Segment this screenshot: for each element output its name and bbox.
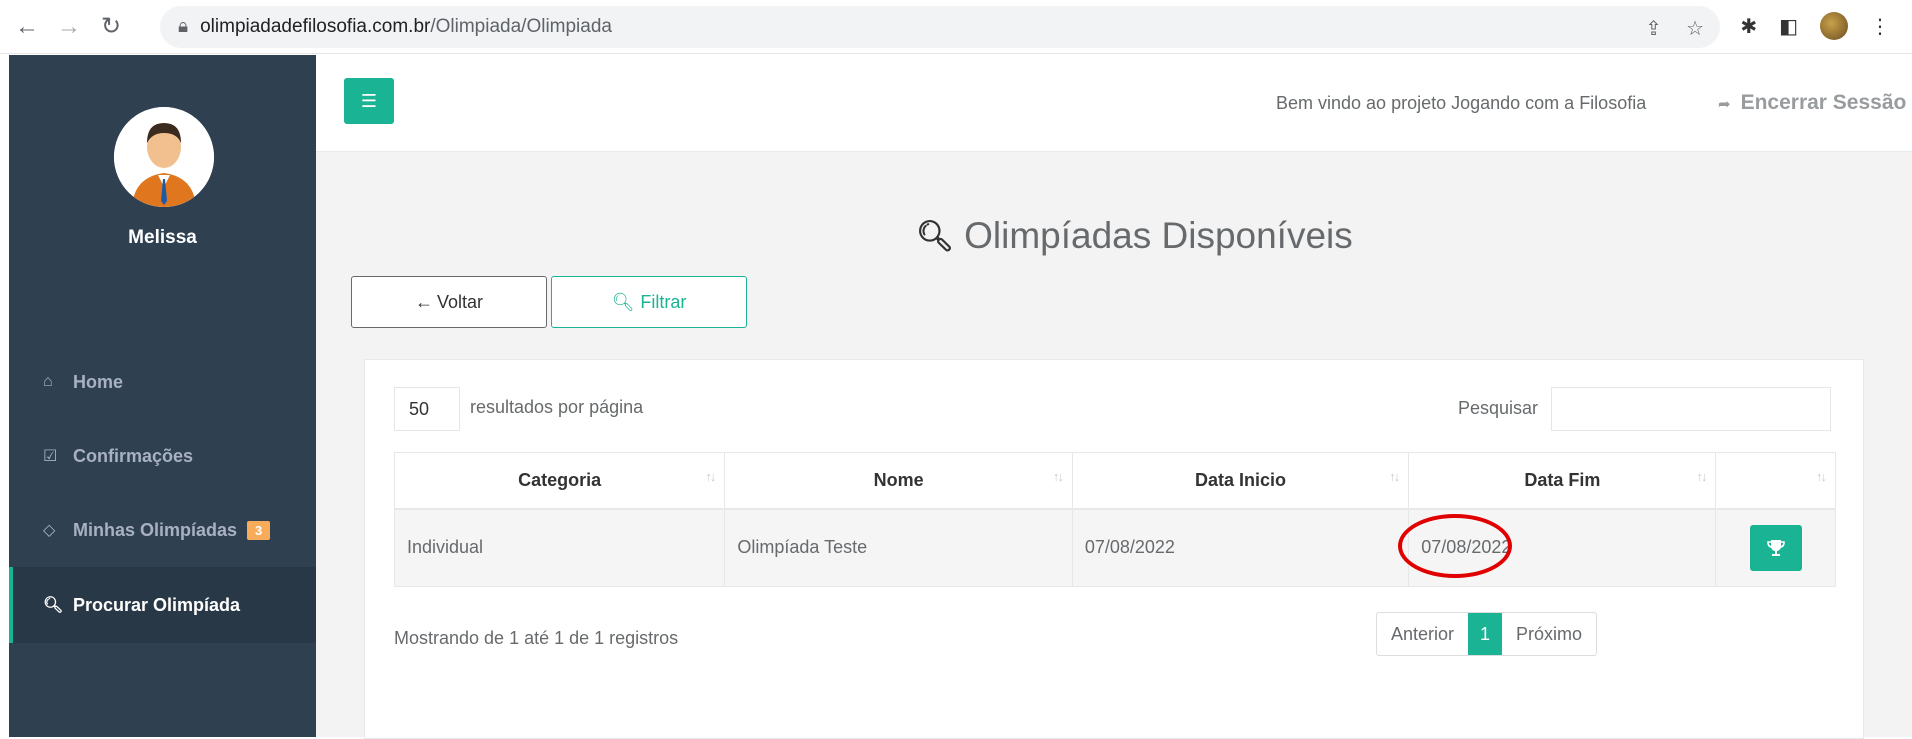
cell-action xyxy=(1715,508,1836,587)
menu-toggle-button[interactable]: ☰ xyxy=(344,78,394,124)
search-icon: 🔍︎ xyxy=(43,597,64,614)
sidebar-menu: ⌂ Home ☑ Confirmações ◇ Minhas Olimpíada… xyxy=(9,345,316,643)
table-row: Individual Olimpíada Teste 07/08/2022 07… xyxy=(393,508,1836,587)
url-host: olimpiadadefilosofia.com.br xyxy=(200,16,431,37)
sidebar-item-confirmacoes[interactable]: ☑ Confirmações xyxy=(9,419,316,493)
sidebar-item-minhas-olimpiadas[interactable]: ◇ Minhas Olimpíadas 3 xyxy=(9,493,316,567)
count-badge: 3 xyxy=(247,520,271,540)
browser-menu-icon[interactable]: ⋮ xyxy=(1870,14,1890,39)
filter-label: Filtrar xyxy=(640,291,687,312)
column-header-categoria[interactable]: Categoria ↑↓ xyxy=(393,452,726,510)
pagination-next[interactable]: Próximo xyxy=(1502,613,1596,655)
extensions-puzzle-icon[interactable]: ✱ xyxy=(1740,14,1757,39)
top-navbar: ☰ Bem vindo ao projeto Jogando com a Fil… xyxy=(316,55,1912,152)
filter-button[interactable]: 🔍︎ Filtrar xyxy=(551,276,747,328)
page-title-text: Olimpíadas Disponíveis xyxy=(964,215,1353,256)
sort-icon: ↑↓ xyxy=(705,469,716,484)
cell-nome: Olimpíada Teste xyxy=(724,508,1073,587)
search-icon: 🔍︎ xyxy=(611,291,635,312)
sort-icon: ↑↓ xyxy=(1816,469,1827,484)
side-panel-icon[interactable]: ◧ xyxy=(1779,14,1798,39)
back-button[interactable]: ← Voltar xyxy=(351,276,547,328)
reload-icon[interactable]: ↻ xyxy=(96,12,126,42)
cell-categoria: Individual xyxy=(393,508,726,587)
back-arrow-icon[interactable]: ← xyxy=(12,12,42,42)
arrow-left-icon: ← xyxy=(414,291,433,312)
home-icon: ⌂ xyxy=(43,373,53,390)
sign-out-icon: ➦ xyxy=(1718,96,1731,113)
cell-data-fim: 07/08/2022 xyxy=(1408,508,1717,587)
main-content: 🔍︎ Olimpíadas Disponíveis ← Voltar 🔍︎ Fi… xyxy=(316,152,1912,739)
sidebar-item-label: Confirmações xyxy=(73,445,194,466)
sort-icon: ↑↓ xyxy=(1389,469,1400,484)
table-info: Mostrando de 1 até 1 de 1 registros xyxy=(394,628,679,648)
logout-label: Encerrar Sessão xyxy=(1740,91,1907,114)
page-title: 🔍︎ Olimpíadas Disponíveis xyxy=(916,215,1353,257)
search-label: Pesquisar xyxy=(1458,398,1539,418)
column-header-data-inicio[interactable]: Data Inicio ↑↓ xyxy=(1071,452,1410,510)
pagination: Anterior 1 Próximo xyxy=(1376,612,1598,656)
results-panel: 50 resultados por página Pesquisar Categ… xyxy=(364,359,1864,739)
check-square-icon: ☑ xyxy=(43,448,58,465)
sidebar-item-home[interactable]: ⌂ Home xyxy=(9,345,316,419)
page-length-label: resultados por página xyxy=(470,397,644,417)
bookmark-star-icon[interactable]: ☆ xyxy=(1686,16,1704,41)
sort-icon: ↑↓ xyxy=(1052,469,1064,484)
sidebar-item-procurar-olimpiada[interactable]: 🔍︎ Procurar Olimpíada xyxy=(9,567,316,643)
diamond-icon: ◇ xyxy=(43,522,56,539)
sidebar-item-label: Procurar Olimpíada xyxy=(73,594,241,615)
address-bar[interactable]: 🔒︎ olimpiadadefilosofia.com.br/Olimpiada… xyxy=(160,6,1720,48)
cell-data-inicio: 07/08/2022 xyxy=(1071,508,1410,587)
browser-toolbar: ← → ↻ 🔒︎ olimpiadadefilosofia.com.br/Oli… xyxy=(0,0,1912,54)
sidebar-item-label: Home xyxy=(73,371,124,392)
olympiads-table: Categoria ↑↓ Nome ↑↓ Data Inicio ↑↓ Data Fi… xyxy=(393,452,1836,587)
url-path: /Olimpiada/Olimpiada xyxy=(430,16,612,37)
search-input[interactable] xyxy=(1551,387,1831,431)
pagination-page-1[interactable]: 1 xyxy=(1468,613,1503,655)
user-name: Melissa xyxy=(128,227,197,248)
column-header-action[interactable]: ↑↓ xyxy=(1715,452,1836,510)
trophy-button[interactable] xyxy=(1749,524,1802,571)
pagination-prev[interactable]: Anterior xyxy=(1377,613,1468,655)
page-length-select[interactable]: 50 xyxy=(394,387,460,431)
logout-link[interactable]: ➦ Encerrar Sessão xyxy=(1718,91,1906,115)
sidebar: Melissa ⌂ Home ☑ Confirmações ◇ Minhas O… xyxy=(9,55,316,737)
profile-avatar-icon[interactable] xyxy=(1820,12,1848,40)
share-icon[interactable]: ⇪ xyxy=(1645,16,1662,41)
welcome-message: Bem vindo ao projeto Jogando com a Filos… xyxy=(1276,93,1647,113)
sort-icon: ↑↓ xyxy=(1696,469,1707,484)
forward-arrow-icon[interactable]: → xyxy=(54,12,84,42)
sidebar-item-label: Minhas Olimpíadas xyxy=(73,519,238,540)
column-header-nome[interactable]: Nome ↑↓ xyxy=(724,452,1073,510)
user-avatar xyxy=(114,107,214,207)
back-label: Voltar xyxy=(436,291,484,312)
column-header-data-fim[interactable]: Data Fim ↑↓ xyxy=(1408,452,1717,510)
lock-icon: 🔒︎ xyxy=(178,16,189,37)
search-icon: 🔍︎ xyxy=(916,219,955,253)
hamburger-icon: ☰ xyxy=(360,90,378,111)
trophy-icon xyxy=(1766,539,1785,556)
